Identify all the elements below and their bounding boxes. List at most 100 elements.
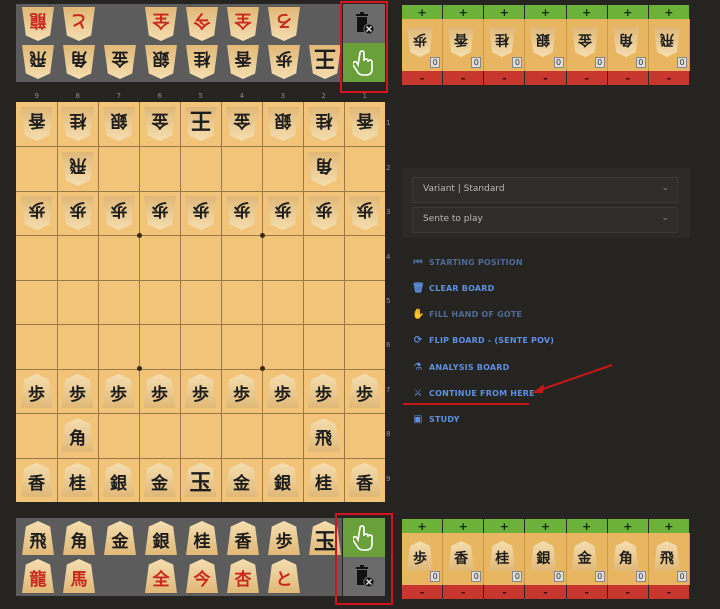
palette-piece[interactable]: 全 bbox=[227, 7, 259, 41]
board-piece[interactable]: 歩 bbox=[185, 196, 217, 230]
variant-select[interactable]: Variant | Standard ⌄ bbox=[412, 177, 678, 203]
board-piece[interactable]: 歩 bbox=[184, 373, 217, 408]
palette-piece[interactable]: 今 bbox=[186, 559, 218, 593]
palette-piece[interactable]: 歩 bbox=[268, 521, 300, 555]
pocket-decrement-button[interactable]: - bbox=[648, 71, 690, 85]
pocket-piece[interactable]: 香 bbox=[448, 27, 474, 57]
pocket-increment-button[interactable]: + bbox=[484, 5, 526, 19]
board-piece[interactable]: 金 bbox=[225, 462, 258, 497]
board-piece[interactable]: 飛 bbox=[62, 152, 94, 186]
palette-piece[interactable]: と bbox=[268, 559, 300, 593]
action-flip-board-sente-pov[interactable]: ⟳ FLIP BOARD - (SENTE POV) bbox=[412, 333, 554, 349]
pocket-decrement-button[interactable]: - bbox=[566, 585, 608, 599]
board-piece[interactable]: 桂 bbox=[62, 107, 94, 141]
pocket-increment-button[interactable]: + bbox=[484, 519, 526, 533]
shogi-board[interactable]: 香桂銀金王金銀桂香飛角歩歩歩歩歩歩歩歩歩歩歩歩歩歩歩歩歩歩角飛香桂銀金玉金銀桂香 bbox=[16, 102, 385, 502]
palette-piece[interactable]: 全 bbox=[145, 559, 177, 593]
palette-piece[interactable]: 飛 bbox=[22, 521, 54, 555]
palette-piece[interactable]: 飛 bbox=[22, 45, 54, 79]
palette-piece[interactable]: 龍 bbox=[22, 7, 54, 41]
board-piece[interactable]: 金 bbox=[144, 107, 176, 141]
pocket-increment-button[interactable]: + bbox=[566, 519, 608, 533]
board-piece[interactable]: 歩 bbox=[348, 373, 381, 408]
palette-piece[interactable]: 全 bbox=[145, 7, 177, 41]
board-piece[interactable]: 玉 bbox=[184, 462, 217, 497]
palette-piece[interactable]: 龍 bbox=[22, 559, 54, 593]
pocket-piece[interactable]: 歩 bbox=[407, 27, 433, 57]
palette-piece[interactable]: 角 bbox=[63, 521, 95, 555]
board-piece[interactable]: 歩 bbox=[226, 196, 258, 230]
pocket-piece[interactable]: 桂 bbox=[489, 541, 516, 571]
palette-piece[interactable]: 馬 bbox=[63, 559, 95, 593]
board-piece[interactable]: 香 bbox=[348, 462, 381, 497]
pocket-decrement-button[interactable]: - bbox=[443, 71, 485, 85]
action-study[interactable]: ▣ STUDY bbox=[412, 412, 460, 428]
pocket-increment-button[interactable]: + bbox=[402, 5, 444, 19]
pocket-decrement-button[interactable]: - bbox=[443, 585, 485, 599]
board-piece[interactable]: 銀 bbox=[102, 462, 135, 497]
pocket-decrement-button[interactable]: - bbox=[525, 71, 567, 85]
pocket-decrement-button[interactable]: - bbox=[607, 71, 649, 85]
pocket-increment-button[interactable]: + bbox=[443, 5, 485, 19]
pocket-piece[interactable]: 銀 bbox=[530, 27, 556, 57]
pocket-piece[interactable]: 桂 bbox=[489, 27, 515, 57]
pocket-increment-button[interactable]: + bbox=[566, 5, 608, 19]
pocket-increment-button[interactable]: + bbox=[525, 5, 567, 19]
pocket-piece[interactable]: 飛 bbox=[654, 27, 680, 57]
board-piece[interactable]: 銀 bbox=[266, 462, 299, 497]
board-piece[interactable]: 歩 bbox=[349, 196, 381, 230]
pocket-increment-button[interactable]: + bbox=[648, 519, 690, 533]
palette-piece[interactable]: 桂 bbox=[186, 521, 218, 555]
board-piece[interactable]: 歩 bbox=[61, 373, 94, 408]
palette-piece[interactable]: 角 bbox=[63, 45, 95, 79]
palette-piece[interactable]: 杏 bbox=[227, 559, 259, 593]
pocket-piece[interactable]: 香 bbox=[448, 541, 475, 571]
palette-piece[interactable]: と bbox=[63, 7, 95, 41]
board-piece[interactable]: 歩 bbox=[307, 373, 340, 408]
pocket-piece[interactable]: 飛 bbox=[653, 541, 680, 571]
pocket-decrement-button[interactable]: - bbox=[648, 585, 690, 599]
board-piece[interactable]: 金 bbox=[143, 462, 176, 497]
pocket-increment-button[interactable]: + bbox=[607, 5, 649, 19]
board-piece[interactable]: 桂 bbox=[307, 462, 340, 497]
palette-piece[interactable]: 香 bbox=[227, 45, 259, 79]
board-piece[interactable]: 歩 bbox=[266, 373, 299, 408]
pocket-increment-button[interactable]: + bbox=[525, 519, 567, 533]
palette-piece[interactable]: 桂 bbox=[186, 45, 218, 79]
action-analysis-board[interactable]: ⚗ ANALYSIS BOARD bbox=[412, 359, 509, 375]
pocket-decrement-button[interactable]: - bbox=[566, 71, 608, 85]
palette-piece[interactable]: 金 bbox=[104, 521, 136, 555]
pocket-increment-button[interactable]: + bbox=[607, 519, 649, 533]
action-fill-hand-of-gote[interactable]: ✋ FILL HAND OF GOTE bbox=[412, 307, 522, 323]
pocket-decrement-button[interactable]: - bbox=[402, 585, 444, 599]
pocket-decrement-button[interactable]: - bbox=[607, 585, 649, 599]
board-piece[interactable]: 歩 bbox=[21, 196, 53, 230]
palette-piece[interactable]: 銀 bbox=[145, 521, 177, 555]
pocket-decrement-button[interactable]: - bbox=[484, 71, 526, 85]
turn-select[interactable]: Sente to play ⌄ bbox=[412, 207, 678, 233]
board-piece[interactable]: 金 bbox=[226, 107, 258, 141]
pocket-increment-button[interactable]: + bbox=[648, 5, 690, 19]
palette-piece[interactable]: 歩 bbox=[268, 45, 300, 79]
action-starting-position[interactable]: ⏮ STARTING POSITION bbox=[412, 254, 523, 270]
board-piece[interactable]: 桂 bbox=[308, 107, 340, 141]
board-piece[interactable]: 香 bbox=[21, 107, 53, 141]
palette-piece[interactable]: 銀 bbox=[145, 45, 177, 79]
pocket-piece[interactable]: 歩 bbox=[407, 541, 433, 571]
pocket-piece[interactable]: 金 bbox=[572, 27, 598, 57]
pocket-increment-button[interactable]: + bbox=[402, 519, 444, 533]
palette-piece[interactable]: 今 bbox=[186, 7, 218, 41]
board-piece[interactable]: 歩 bbox=[143, 373, 176, 408]
board-piece[interactable]: 角 bbox=[308, 152, 340, 186]
action-continue-from-here[interactable]: ⚔ CONTINUE FROM HERE bbox=[412, 386, 535, 402]
board-piece[interactable]: 歩 bbox=[267, 196, 299, 230]
board-piece[interactable]: 香 bbox=[349, 107, 381, 141]
board-piece[interactable]: 歩 bbox=[308, 196, 340, 230]
pocket-decrement-button[interactable]: - bbox=[525, 585, 567, 599]
pocket-piece[interactable]: 角 bbox=[612, 541, 639, 571]
action-clear-board[interactable]: 🗑 CLEAR BOARD bbox=[412, 280, 494, 296]
board-piece[interactable]: 歩 bbox=[62, 196, 94, 230]
board-piece[interactable]: 桂 bbox=[61, 462, 94, 497]
board-piece[interactable]: 香 bbox=[20, 462, 53, 497]
palette-piece[interactable]: 金 bbox=[104, 45, 136, 79]
